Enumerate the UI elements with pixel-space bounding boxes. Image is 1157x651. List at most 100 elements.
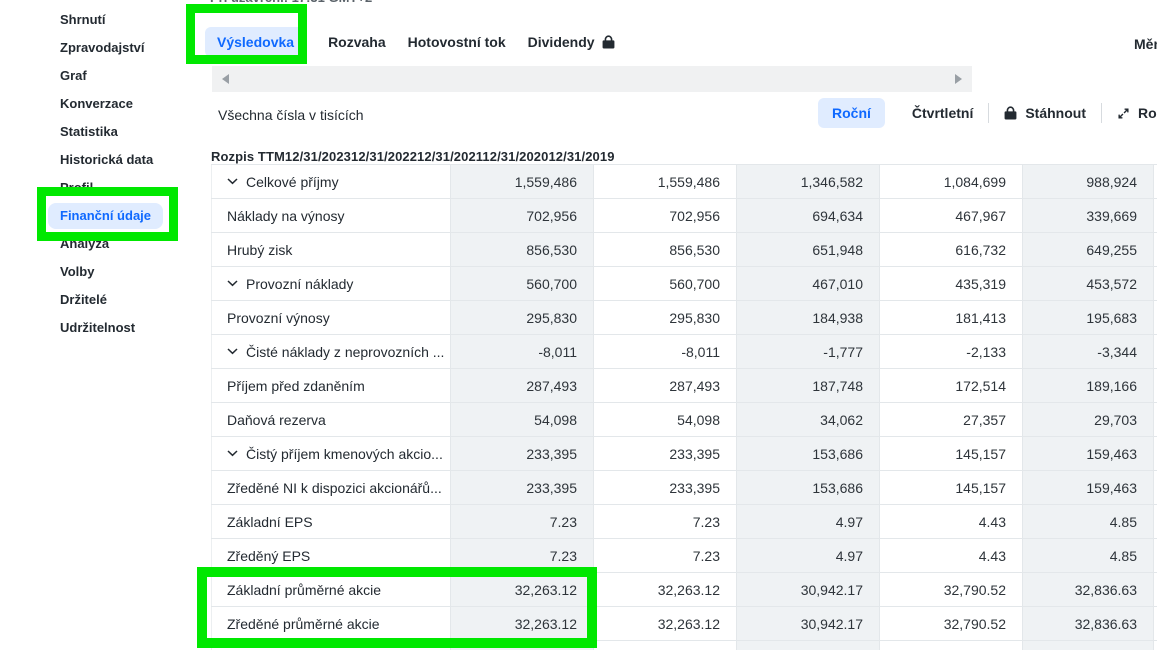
expand-all-label-fragment: Ro <box>1138 105 1157 121</box>
row-label-cell[interactable]: Hrubý zisk <box>211 233 450 266</box>
cutoff-column-sliver <box>1153 539 1157 572</box>
value-cell-ttm: 7.23 <box>450 505 593 538</box>
row-label-cell[interactable]: Základní EPS <box>211 505 450 538</box>
sidebar-item[interactable]: Zpravodajství <box>60 41 163 55</box>
value-cell-2022: 30,942.17 <box>736 607 879 640</box>
row-label-cell[interactable]: Náklady na výnosy <box>211 199 450 232</box>
value-cell-2021: 181,413 <box>879 301 1022 334</box>
value-cell-2021: 467,967 <box>879 199 1022 232</box>
scroll-left-icon[interactable] <box>222 74 229 84</box>
value-cell-2020: 4.85 <box>1022 505 1153 538</box>
row-label: Provozní výnosy <box>227 310 330 326</box>
sidebar-item[interactable]: Finanční údaje <box>48 203 163 229</box>
row-label: Čisté náklady z neprovozních ... <box>246 344 444 360</box>
value-cell-2023: 32,263.12 <box>593 607 736 640</box>
scroll-right-icon[interactable] <box>955 74 962 84</box>
table-row[interactable]: Provozní výnosy 295,830 295,830 184,938 … <box>211 301 1157 335</box>
value-cell-2022: 153,686 <box>736 437 879 470</box>
income-statement-table: Celkové příjmy 1,559,486 1,559,486 1,346… <box>211 164 1157 650</box>
sidebar-item[interactable]: Statistika <box>60 125 163 139</box>
table-row[interactable]: Čistý příjem kmenových akcio... 233,395 … <box>211 437 1157 471</box>
cutoff-column-sliver <box>1153 199 1157 232</box>
value-cell-2023: 560,700 <box>593 267 736 300</box>
table-row <box>211 641 1157 650</box>
row-label-cell[interactable]: Zředěné NI k dispozici akcionářů... <box>211 471 450 504</box>
tab-label: Výsledovka <box>217 34 294 50</box>
row-label-cell[interactable]: Čistý příjem kmenových akcio... <box>211 437 450 470</box>
value-cell-ttm: 32,263.12 <box>450 607 593 640</box>
sidebar-item[interactable]: Udržitelnost <box>60 321 163 335</box>
sidebar-item[interactable]: Shrnutí <box>60 13 163 27</box>
row-label-cell[interactable]: Příjem před zdaněním <box>211 369 450 402</box>
tab[interactable]: Hotovostní tok <box>408 34 506 50</box>
value-cell-2020: 988,924 <box>1022 165 1153 198</box>
row-label-cell[interactable]: Zředěné průměrné akcie <box>211 607 450 640</box>
chevron-down-icon[interactable] <box>227 280 238 287</box>
row-label: Zředěné průměrné akcie <box>227 616 380 632</box>
table-row[interactable]: Čisté náklady z neprovozních ... -8,011 … <box>211 335 1157 369</box>
cutoff-column-sliver <box>1153 301 1157 334</box>
row-label: Příjem před zdaněním <box>227 378 365 394</box>
table-row[interactable]: Náklady na výnosy 702,956 702,956 694,63… <box>211 199 1157 233</box>
sidebar-item[interactable]: Volby <box>60 265 163 279</box>
table-row[interactable]: Provozní náklady 560,700 560,700 467,010… <box>211 267 1157 301</box>
expand-icon <box>1117 107 1130 120</box>
row-label-cell[interactable]: Čisté náklady z neprovozních ... <box>211 335 450 368</box>
quarterly-button[interactable]: Čtvrtletní <box>912 105 973 121</box>
market-status-text: Při uzavření: 17:31 GMT+2 <box>210 0 510 5</box>
row-label: Čistý příjem kmenových akcio... <box>246 446 443 462</box>
value-cell-2020: 189,166 <box>1022 369 1153 402</box>
value-cell-2022: 187,748 <box>736 369 879 402</box>
value-cell-ttm: 233,395 <box>450 437 593 470</box>
cutoff-column-sliver <box>1153 233 1157 266</box>
row-label: Provozní náklady <box>246 276 353 292</box>
value-cell-2020: -3,344 <box>1022 335 1153 368</box>
tab-label: Dividendy <box>528 34 595 50</box>
cutoff-column-sliver <box>1153 403 1157 436</box>
row-label-cell[interactable]: Celkové příjmy <box>211 165 450 198</box>
table-row[interactable]: Příjem před zdaněním 287,493 287,493 187… <box>211 369 1157 403</box>
value-cell-2023: 7.23 <box>593 505 736 538</box>
sidebar-item[interactable]: Analýza <box>60 237 163 251</box>
value-cell-2022: 153,686 <box>736 471 879 504</box>
tab[interactable]: Dividendy <box>528 34 615 50</box>
chevron-down-icon[interactable] <box>227 348 238 355</box>
row-label-cell[interactable]: Základní průměrné akcie <box>211 573 450 606</box>
tab[interactable]: Výsledovka <box>205 27 306 57</box>
expand-all-button[interactable]: Ro <box>1117 105 1157 121</box>
value-cell-2020: 159,463 <box>1022 471 1153 504</box>
value-cell-2021: 145,157 <box>879 437 1022 470</box>
value-cell-2022: 651,948 <box>736 233 879 266</box>
row-label-cell[interactable]: Provozní náklady <box>211 267 450 300</box>
row-label-cell[interactable]: Zředěný EPS <box>211 539 450 572</box>
value-cell-2020: 649,255 <box>1022 233 1153 266</box>
sidebar-item[interactable]: Graf <box>60 69 163 83</box>
value-cell-2022: 467,010 <box>736 267 879 300</box>
row-label-cell[interactable]: Daňová rezerva <box>211 403 450 436</box>
table-row[interactable]: Daňová rezerva 54,098 54,098 34,062 27,3… <box>211 403 1157 437</box>
table-row[interactable]: Zředěný EPS 7.23 7.23 4.97 4.43 4.85 <box>211 539 1157 573</box>
value-cell-2023: 32,263.12 <box>593 573 736 606</box>
sidebar-item[interactable]: Držitelé <box>60 293 163 307</box>
value-cell-2022: 4.97 <box>736 539 879 572</box>
sidebar-item[interactable]: Historická data <box>60 153 163 167</box>
period-controls: Roční Čtvrtletní Stáhnout Ro <box>818 98 1157 128</box>
table-row[interactable]: Hrubý zisk 856,530 856,530 651,948 616,7… <box>211 233 1157 267</box>
chevron-down-icon[interactable] <box>227 450 238 457</box>
table-row[interactable]: Zředěné průměrné akcie 32,263.12 32,263.… <box>211 607 1157 641</box>
table-row[interactable]: Základní průměrné akcie 32,263.12 32,263… <box>211 573 1157 607</box>
value-cell-2021: -2,133 <box>879 335 1022 368</box>
sidebar-item[interactable]: Konverzace <box>60 97 163 111</box>
horizontal-scrollbar[interactable] <box>212 66 972 92</box>
tab[interactable]: Rozvaha <box>328 34 386 50</box>
sidebar-item[interactable]: Profil <box>60 181 163 195</box>
download-label: Stáhnout <box>1025 105 1086 121</box>
table-row[interactable]: Základní EPS 7.23 7.23 4.97 4.43 4.85 <box>211 505 1157 539</box>
value-cell-2021: 616,732 <box>879 233 1022 266</box>
chevron-down-icon[interactable] <box>227 178 238 185</box>
table-row[interactable]: Celkové příjmy 1,559,486 1,559,486 1,346… <box>211 165 1157 199</box>
download-button[interactable]: Stáhnout <box>1004 105 1086 121</box>
annual-button[interactable]: Roční <box>818 98 885 128</box>
row-label-cell[interactable]: Provozní výnosy <box>211 301 450 334</box>
table-row[interactable]: Zředěné NI k dispozici akcionářů... 233,… <box>211 471 1157 505</box>
